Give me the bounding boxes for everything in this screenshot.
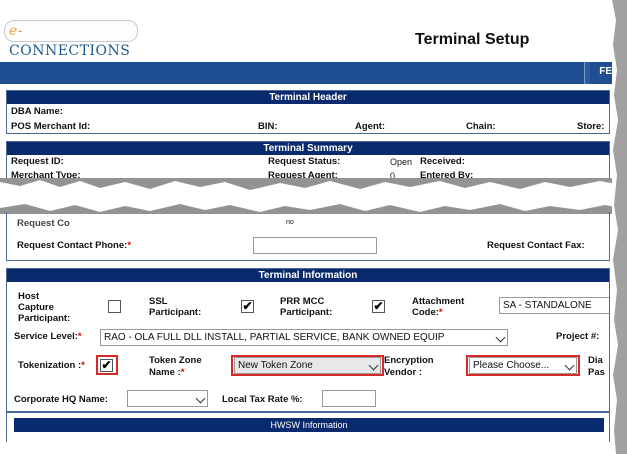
- encryption-vendor-label: Encryption Vendor :: [384, 355, 434, 378]
- attachment-code-label: Attachment Code:*: [412, 296, 465, 318]
- chevron-down-icon: [495, 332, 506, 343]
- service-level-label: Service Level:*: [14, 331, 82, 342]
- page-title: Terminal Setup: [415, 31, 530, 48]
- prr-mcc-checkbox[interactable]: ✔: [372, 300, 385, 313]
- corporate-hq-name-label: Corporate HQ Name:: [14, 394, 108, 405]
- request-contact-phone-label: Request Contact Phone:*: [17, 240, 132, 251]
- chevron-down-icon: [564, 360, 575, 371]
- request-id-label: Request ID:: [11, 156, 64, 167]
- dba-name-label: DBA Name:: [11, 106, 63, 117]
- econnections-logo: e-CONNECTIONS: [4, 20, 138, 59]
- host-capture-checkbox[interactable]: [108, 300, 121, 313]
- request-contact-fax-label: Request Contact Fax:: [487, 240, 585, 251]
- request-contact-value: no: [286, 219, 294, 226]
- attachment-code-select[interactable]: SA - STANDALONE: [499, 297, 609, 314]
- token-zone-name-label: Token Zone Name :*: [149, 355, 202, 378]
- bin-label: BIN:: [258, 121, 278, 132]
- pos-merchant-id-label: POS Merchant Id:: [11, 121, 91, 132]
- request-status-value: Open: [390, 157, 413, 167]
- chevron-down-icon: [195, 393, 206, 404]
- request-status-label: Request Status:: [268, 156, 341, 167]
- right-torn-edge: [612, 0, 627, 454]
- local-tax-rate-label: Local Tax Rate %:: [222, 394, 303, 405]
- chain-label: Chain:: [466, 121, 496, 132]
- store-label: Store:: [577, 121, 605, 132]
- prr-mcc-label: PRR MCC Participant:: [280, 296, 333, 318]
- cut-off-label: Dia Pas: [588, 355, 605, 378]
- nav-divider: [584, 62, 590, 84]
- terminal-header-section: Terminal Header: [6, 90, 610, 134]
- received-label: Received:: [420, 156, 465, 167]
- top-nav-bar: FE: [0, 62, 612, 84]
- local-tax-rate-input[interactable]: [322, 390, 376, 407]
- nav-item-fe[interactable]: FE: [599, 66, 612, 77]
- ssl-participant-label: SSL Participant:: [149, 296, 202, 318]
- tokenization-label: Tokenization :*: [18, 360, 85, 371]
- service-level-select[interactable]: RAO - OLA FULL DLL INSTALL, PARTIAL SERV…: [100, 329, 508, 346]
- agent-label: Agent:: [355, 121, 386, 132]
- corporate-hq-name-select[interactable]: [127, 390, 208, 407]
- canvas: e-CONNECTIONS Terminal Setup FE Terminal…: [0, 0, 627, 454]
- torn-edge: [0, 178, 627, 214]
- ssl-participant-checkbox[interactable]: ✔: [241, 300, 254, 313]
- project-label: Project #:: [556, 331, 600, 342]
- host-capture-label: Host Capture Participant:: [18, 291, 71, 324]
- token-zone-select[interactable]: New Token Zone: [234, 357, 381, 374]
- chevron-down-icon: [368, 360, 379, 371]
- request-contact-label: Request Co: [17, 218, 70, 229]
- section-title: Terminal Header: [7, 91, 609, 104]
- section-title: Terminal Summary: [7, 142, 609, 155]
- section-title: Terminal Information: [7, 269, 609, 282]
- encryption-vendor-select[interactable]: Please Choose...: [469, 357, 577, 374]
- tokenization-checkbox[interactable]: ✔: [100, 359, 113, 372]
- request-contact-phone-input[interactable]: [253, 237, 377, 254]
- hwsw-information-header: HWSW Information: [14, 418, 604, 432]
